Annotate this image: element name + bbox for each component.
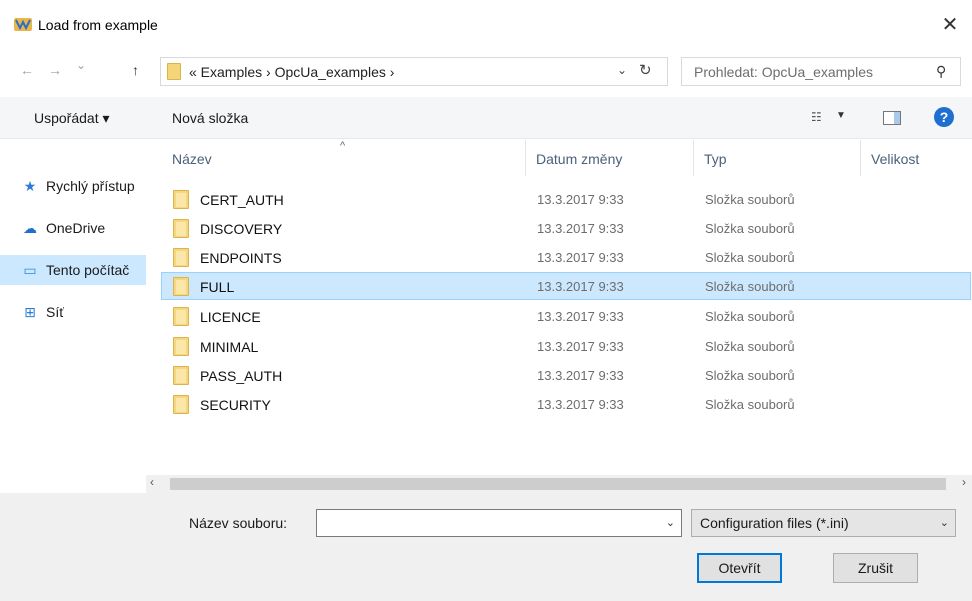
file-name: ENDPOINTS [200, 250, 282, 266]
file-type: Složka souborů [705, 192, 795, 207]
column-header-name[interactable]: Název [172, 140, 212, 176]
file-date: 13.3.2017 9:33 [537, 250, 624, 265]
file-date: 13.3.2017 9:33 [537, 339, 624, 354]
sidebar-item-label: Síť [46, 304, 65, 320]
chevron-down-icon: ⌄ [939, 517, 949, 529]
file-date: 13.3.2017 9:33 [537, 309, 624, 324]
new-folder-button[interactable]: Nová složka [172, 110, 248, 126]
breadcrumb[interactable]: « Examples › OpcUa_examples › [189, 64, 394, 80]
file-date: 13.3.2017 9:33 [537, 221, 624, 236]
sidebar-item-label: Tento počítač [46, 262, 130, 278]
file-date: 13.3.2017 9:33 [537, 368, 624, 383]
file-name: PASS_AUTH [200, 368, 283, 384]
recent-locations-chevron-icon[interactable]: ⌄ [76, 58, 86, 72]
file-list: ^ Název Datum změny Typ Velikost CERT_AU… [161, 140, 972, 475]
file-row[interactable]: LICENCE 13.3.2017 9:33 Složka souborů [161, 302, 971, 330]
open-button[interactable]: Otevřít [697, 553, 782, 583]
dialog-footer: Název souboru: ⌄ Configuration files (*.… [0, 493, 972, 601]
folder-icon [173, 277, 189, 296]
folder-icon [173, 337, 189, 356]
column-header-size[interactable]: Velikost [871, 140, 919, 176]
column-header-type[interactable]: Typ [704, 140, 727, 176]
sidebar-item-network[interactable]: ⊞ Síť [0, 297, 146, 327]
refresh-icon[interactable]: ↻ [639, 61, 652, 79]
filename-field[interactable]: ⌄ [316, 509, 682, 537]
scrollbar-thumb[interactable] [170, 478, 946, 490]
file-type-filter-value: Configuration files (*.ini) [700, 515, 849, 531]
sidebar-item-label: Rychlý přístup [46, 178, 135, 194]
up-arrow-icon[interactable]: ↑ [132, 62, 139, 78]
file-date: 13.3.2017 9:33 [537, 192, 624, 207]
preview-pane-icon[interactable] [883, 111, 901, 125]
file-type: Složka souborů [705, 221, 795, 236]
help-icon[interactable]: ? [934, 107, 954, 127]
sidebar-item-onedrive[interactable]: ☁ OneDrive [0, 213, 146, 243]
close-button[interactable]: ✕ [930, 8, 970, 40]
close-icon: ✕ [941, 13, 959, 36]
file-row[interactable]: CERT_AUTH 13.3.2017 9:33 Složka souborů [161, 185, 971, 213]
folder-icon [173, 248, 189, 267]
scroll-left-icon[interactable]: ‹ [150, 475, 154, 489]
file-type: Složka souborů [705, 250, 795, 265]
app-icon [14, 18, 32, 31]
file-type: Složka souborů [705, 309, 795, 324]
forward-arrow-icon[interactable]: → [48, 62, 62, 78]
sidebar-item-quick-access[interactable]: ★ Rychlý přístup [0, 171, 146, 201]
sidebar-item-this-pc[interactable]: ▭ Tento počítač [0, 255, 146, 285]
onedrive-cloud-icon: ☁ [23, 219, 37, 236]
folder-icon [167, 63, 181, 80]
address-bar[interactable]: « Examples › OpcUa_examples › ⌄ ↻ [160, 57, 668, 86]
folder-icon [173, 307, 189, 326]
file-type: Složka souborů [705, 397, 795, 412]
file-name: MINIMAL [200, 339, 259, 355]
file-row[interactable]: PASS_AUTH 13.3.2017 9:33 Složka souborů [161, 361, 971, 389]
file-row[interactable]: MINIMAL 13.3.2017 9:33 Složka souborů [161, 332, 971, 360]
folder-icon [173, 395, 189, 414]
this-pc-monitor-icon: ▭ [23, 261, 37, 278]
column-header-date[interactable]: Datum změny [536, 140, 622, 176]
file-date: 13.3.2017 9:33 [537, 397, 624, 412]
column-divider[interactable] [693, 140, 694, 176]
search-icon[interactable]: ⚲ [936, 63, 946, 80]
sort-ascending-icon: ^ [340, 140, 346, 152]
file-type: Složka souborů [705, 279, 795, 294]
cancel-button[interactable]: Zrušit [833, 553, 918, 583]
file-row-selected[interactable]: FULL 13.3.2017 9:33 Složka souborů [161, 272, 971, 300]
chevron-down-icon[interactable]: ⌄ [666, 516, 675, 529]
network-icon: ⊞ [24, 303, 36, 320]
address-dropdown-icon[interactable]: ⌄ [617, 63, 627, 77]
file-name: LICENCE [200, 309, 261, 325]
file-row[interactable]: DISCOVERY 13.3.2017 9:33 Složka souborů [161, 214, 971, 242]
column-divider[interactable] [860, 140, 861, 176]
scroll-right-icon[interactable]: › [962, 475, 966, 489]
file-name: SECURITY [200, 397, 271, 413]
horizontal-scrollbar[interactable]: ‹ › [146, 475, 972, 493]
back-arrow-icon[interactable]: ← [20, 62, 34, 78]
sidebar-item-label: OneDrive [46, 220, 106, 236]
folder-icon [173, 219, 189, 238]
organize-button[interactable]: Uspořádat ▾ [34, 110, 110, 127]
window-title: Load from example [38, 17, 158, 33]
file-row[interactable]: SECURITY 13.3.2017 9:33 Složka souborů [161, 390, 971, 418]
file-name: CERT_AUTH [200, 192, 284, 208]
command-bar: Uspořádat ▾ Nová složka ☷ ▼ ? [0, 97, 972, 139]
search-input[interactable]: Prohledat: OpcUa_examples ⚲ [681, 57, 961, 86]
quick-access-star-icon: ★ [23, 177, 37, 194]
file-name: FULL [200, 279, 235, 295]
file-type-select[interactable]: Configuration files (*.ini) ⌄ [691, 509, 956, 537]
folder-icon [173, 190, 189, 209]
file-type: Složka souborů [705, 339, 795, 354]
title-bar: Load from example ✕ [0, 0, 972, 48]
file-row[interactable]: ENDPOINTS 13.3.2017 9:33 Složka souborů [161, 243, 971, 271]
search-placeholder: Prohledat: OpcUa_examples [694, 64, 873, 80]
view-options-icon[interactable]: ☷ [811, 110, 822, 124]
column-divider[interactable] [525, 140, 526, 176]
view-dropdown-icon[interactable]: ▼ [836, 110, 846, 121]
file-type: Složka souborů [705, 368, 795, 383]
folder-icon [173, 366, 189, 385]
navigation-pane: ★ Rychlý přístup ☁ OneDrive ▭ Tento počí… [0, 140, 146, 485]
file-date: 13.3.2017 9:33 [537, 279, 624, 294]
file-name: DISCOVERY [200, 221, 283, 237]
filename-label: Název souboru: [189, 515, 288, 531]
